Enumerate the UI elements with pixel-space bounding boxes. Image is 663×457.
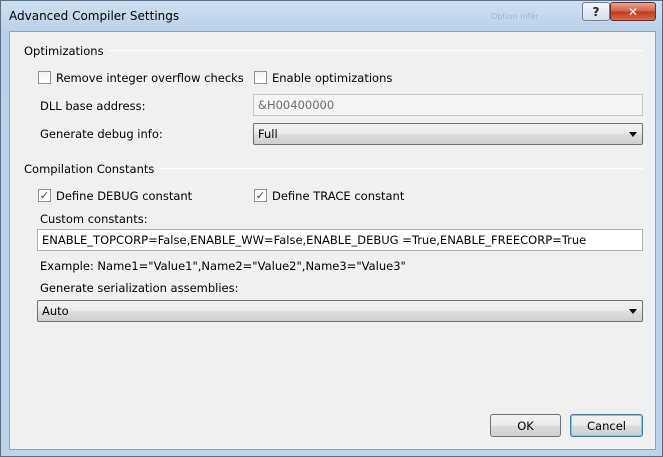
dialog-body: Optimizations Remove integer overflow ch… — [9, 31, 656, 450]
chevron-down-icon — [629, 132, 637, 137]
close-icon: ✕ — [627, 4, 639, 19]
serialization-assemblies-label: Generate serialization assemblies: — [40, 281, 239, 295]
enable-optimizations-label[interactable]: Enable optimizations — [272, 71, 392, 85]
dll-base-address-label: DLL base address: — [40, 99, 146, 113]
serialization-assemblies-dropdown[interactable]: Auto — [37, 300, 643, 322]
define-trace-label[interactable]: Define TRACE constant — [272, 189, 404, 203]
close-button[interactable]: ✕ — [610, 2, 656, 21]
custom-constants-input[interactable]: ENABLE_TOPCORP=False,ENABLE_WW=False,ENA… — [37, 229, 643, 251]
debug-info-value: Full — [258, 127, 278, 141]
chevron-down-icon — [629, 309, 637, 314]
remove-overflow-checkbox[interactable] — [38, 71, 51, 84]
debug-info-dropdown[interactable]: Full — [253, 123, 643, 145]
dll-base-address-field: &H00400000 — [253, 94, 643, 116]
define-debug-label[interactable]: Define DEBUG constant — [56, 189, 192, 203]
define-debug-checkbox[interactable]: ✓ — [38, 189, 51, 202]
compilation-constants-group-title: Compilation Constants — [24, 162, 155, 176]
compilation-constants-divider — [156, 168, 643, 169]
cancel-button[interactable]: Cancel — [570, 414, 643, 437]
debug-info-label: Generate debug info: — [40, 127, 163, 141]
advanced-compiler-settings-dialog: Advanced Compiler Settings Option infer … — [0, 0, 663, 457]
remove-overflow-label[interactable]: Remove integer overflow checks — [56, 71, 244, 85]
help-button[interactable]: ? — [582, 2, 610, 21]
custom-constants-example: Example: Name1="Value1",Name2="Value2",N… — [40, 259, 406, 273]
serialization-assemblies-value: Auto — [42, 304, 69, 318]
title-bar[interactable]: Advanced Compiler Settings Option infer … — [1, 1, 662, 31]
ok-button[interactable]: OK — [490, 414, 561, 437]
optimizations-group-title: Optimizations — [24, 44, 104, 58]
custom-constants-label: Custom constants: — [40, 212, 148, 226]
enable-optimizations-checkbox[interactable] — [254, 71, 267, 84]
define-trace-checkbox[interactable]: ✓ — [254, 189, 267, 202]
optimizations-divider — [108, 50, 643, 51]
background-ghost-text: Option infer — [491, 12, 539, 21]
help-icon: ? — [592, 4, 600, 19]
dialog-title: Advanced Compiler Settings — [9, 9, 180, 23]
